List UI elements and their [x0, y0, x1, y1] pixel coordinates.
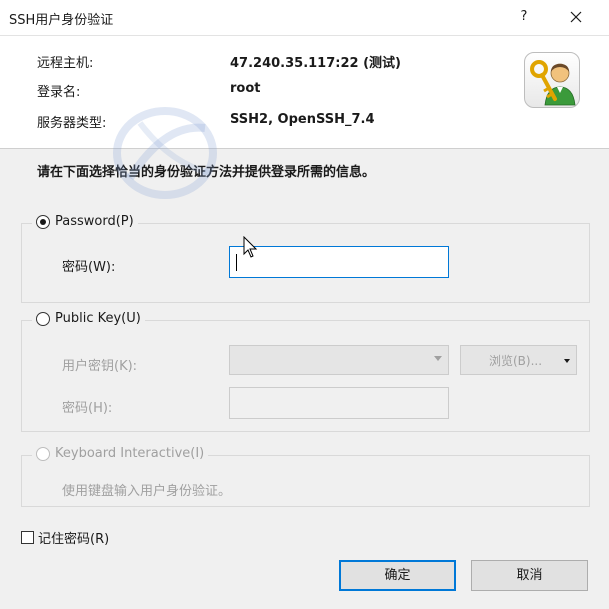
auth-panel: 请在下面选择恰当的身份验证方法并提供登录所需的信息。 Password(P) 密…: [0, 148, 609, 609]
user-key-icon: [524, 52, 580, 108]
mouse-cursor-icon: [243, 236, 258, 258]
user-key-label: 用户密钥(K):: [62, 359, 138, 374]
remember-password-label: 记住密码(R): [38, 532, 110, 547]
cancel-button[interactable]: 取消: [471, 560, 588, 591]
publickey-radio[interactable]: Public Key(U): [32, 311, 145, 326]
radio-selected-icon: [36, 214, 50, 229]
keyboard-interactive-label: Keyboard Interactive(I): [55, 446, 205, 461]
password-input[interactable]: [229, 246, 449, 278]
passphrase-input[interactable]: [229, 387, 449, 419]
password-label: 密码(W):: [62, 260, 116, 275]
publickey-group: Public Key(U) 用户密钥(K): 浏览(B)... 密码(H):: [21, 311, 590, 432]
connection-info: 远程主机: 47.240.35.117:22 (测试) 登录名: root 服务…: [0, 36, 609, 148]
help-button[interactable]: ?: [510, 3, 538, 31]
instruction-text: 请在下面选择恰当的身份验证方法并提供登录所需的信息。: [37, 165, 376, 180]
remember-password-checkbox[interactable]: 记住密码(R): [21, 528, 109, 547]
password-group: Password(P) 密码(W):: [21, 214, 590, 303]
title-bar: SSH用户身份验证 ?: [0, 0, 609, 36]
ok-button[interactable]: 确定: [339, 560, 456, 591]
browse-button[interactable]: 浏览(B)...: [460, 345, 577, 375]
user-key-select[interactable]: [229, 345, 449, 375]
radio-unselected-icon: [36, 311, 50, 326]
remote-host-label: 远程主机:: [37, 56, 94, 71]
password-radio-label: Password(P): [55, 214, 134, 229]
keyboard-interactive-group: Keyboard Interactive(I) 使用键盘输入用户身份验证。: [21, 446, 590, 507]
password-radio[interactable]: Password(P): [32, 214, 138, 229]
browse-button-label: 浏览(B)...: [489, 354, 543, 368]
server-type-value: SSH2, OpenSSH_7.4: [230, 112, 375, 127]
window-title: SSH用户身份验证: [9, 13, 114, 28]
dropdown-arrow-icon: [564, 359, 570, 363]
checkbox-box: [21, 531, 34, 544]
radio-disabled-icon: [36, 446, 50, 461]
chevron-down-icon: [434, 356, 442, 361]
publickey-radio-label: Public Key(U): [55, 311, 141, 326]
login-name-value: root: [230, 81, 261, 96]
close-icon: [570, 11, 582, 23]
keyboard-interactive-radio[interactable]: Keyboard Interactive(I): [32, 446, 209, 461]
remote-host-value: 47.240.35.117:22 (测试): [230, 56, 401, 71]
server-type-label: 服务器类型:: [37, 116, 107, 131]
text-caret: [236, 254, 237, 271]
keyboard-interactive-description: 使用键盘输入用户身份验证。: [62, 484, 232, 499]
login-name-label: 登录名:: [37, 85, 81, 100]
close-button[interactable]: [562, 3, 590, 31]
passphrase-label: 密码(H):: [62, 401, 113, 416]
